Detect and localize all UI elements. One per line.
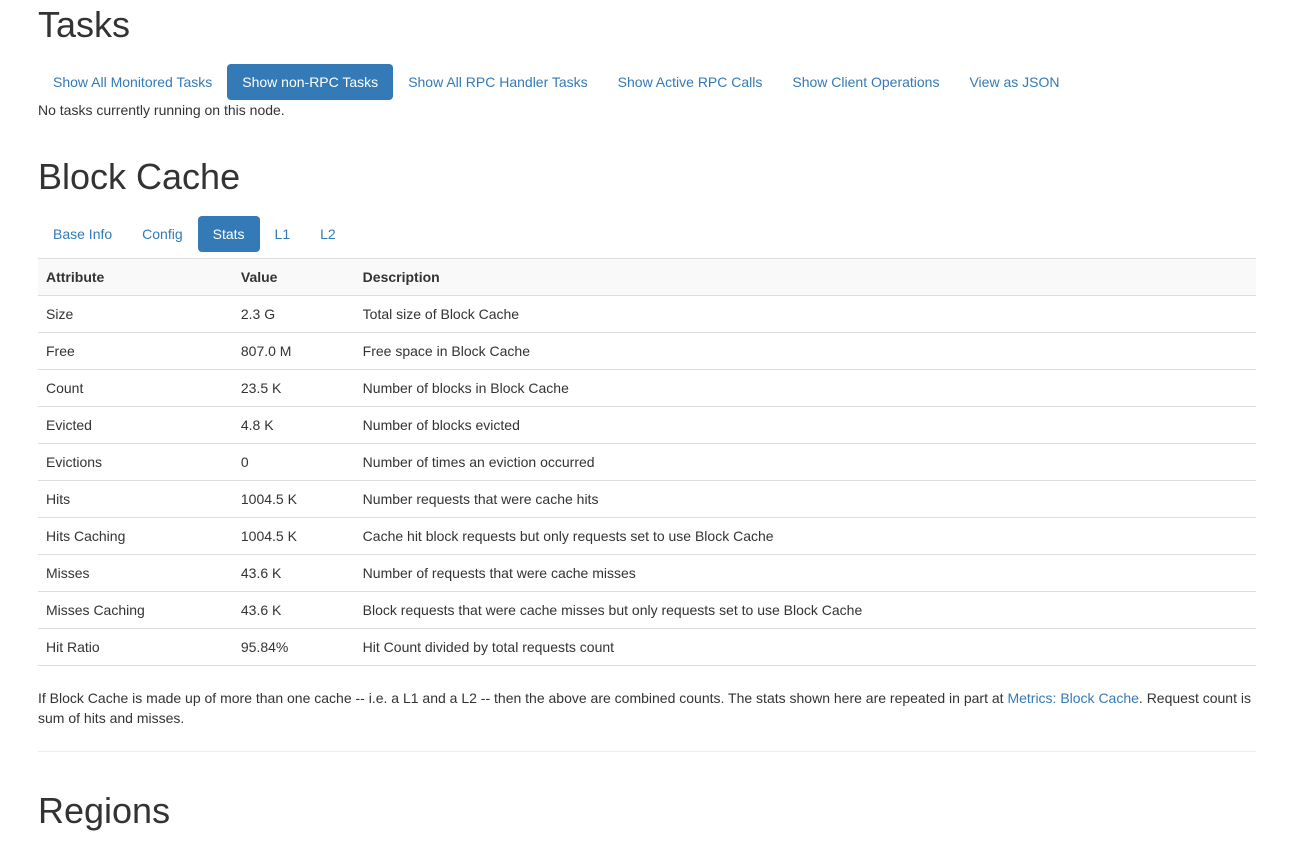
tasks-status-text: No tasks currently running on this node. bbox=[38, 102, 1256, 118]
col-attribute: Attribute bbox=[38, 259, 233, 296]
col-value: Value bbox=[233, 259, 355, 296]
cell-value: 95.84% bbox=[233, 629, 355, 666]
note-prefix: If Block Cache is made up of more than o… bbox=[38, 690, 1007, 706]
tab-link[interactable]: Show All RPC Handler Tasks bbox=[393, 64, 602, 100]
table-row: Hit Ratio95.84%Hit Count divided by tota… bbox=[38, 629, 1256, 666]
table-row: Misses Caching43.6 KBlock requests that … bbox=[38, 592, 1256, 629]
tab-link[interactable]: Base Info bbox=[38, 216, 127, 252]
tasks-tabs: Show All Monitored Tasks Show non-RPC Ta… bbox=[38, 64, 1256, 100]
tab-link[interactable]: Show Client Operations bbox=[777, 64, 954, 100]
tab-config[interactable]: Config bbox=[127, 216, 197, 252]
cell-value: 2.3 G bbox=[233, 296, 355, 333]
table-row: Misses43.6 KNumber of requests that were… bbox=[38, 555, 1256, 592]
tab-link[interactable]: Config bbox=[127, 216, 197, 252]
tab-stats[interactable]: Stats bbox=[198, 216, 260, 252]
tasks-heading: Tasks bbox=[38, 4, 1256, 46]
tab-l2[interactable]: L2 bbox=[305, 216, 351, 252]
tab-link[interactable]: Stats bbox=[198, 216, 260, 252]
cell-attribute: Free bbox=[38, 333, 233, 370]
cell-attribute: Misses bbox=[38, 555, 233, 592]
col-description: Description bbox=[355, 259, 1256, 296]
tab-l1[interactable]: L1 bbox=[260, 216, 306, 252]
block-cache-heading: Block Cache bbox=[38, 156, 1256, 198]
metrics-block-cache-link[interactable]: Metrics: Block Cache bbox=[1007, 690, 1138, 706]
tab-show-all-monitored-tasks[interactable]: Show All Monitored Tasks bbox=[38, 64, 227, 100]
tab-link[interactable]: L1 bbox=[260, 216, 306, 252]
cell-value: 807.0 M bbox=[233, 333, 355, 370]
cell-attribute: Hits Caching bbox=[38, 518, 233, 555]
block-cache-note: If Block Cache is made up of more than o… bbox=[38, 688, 1256, 752]
cell-attribute: Evictions bbox=[38, 444, 233, 481]
cell-description: Number of blocks evicted bbox=[355, 407, 1256, 444]
table-row: Hits1004.5 KNumber requests that were ca… bbox=[38, 481, 1256, 518]
tab-link[interactable]: L2 bbox=[305, 216, 351, 252]
cell-attribute: Evicted bbox=[38, 407, 233, 444]
cell-value: 4.8 K bbox=[233, 407, 355, 444]
tab-link[interactable]: Show Active RPC Calls bbox=[603, 64, 778, 100]
regions-heading: Regions bbox=[38, 790, 1256, 832]
cell-description: Cache hit block requests but only reques… bbox=[355, 518, 1256, 555]
cell-attribute: Hit Ratio bbox=[38, 629, 233, 666]
cell-value: 1004.5 K bbox=[233, 518, 355, 555]
cell-value: 0 bbox=[233, 444, 355, 481]
cell-description: Number of blocks in Block Cache bbox=[355, 370, 1256, 407]
cell-description: Number of times an eviction occurred bbox=[355, 444, 1256, 481]
cell-description: Free space in Block Cache bbox=[355, 333, 1256, 370]
cell-description: Number of requests that were cache misse… bbox=[355, 555, 1256, 592]
tab-link[interactable]: Show non-RPC Tasks bbox=[227, 64, 393, 100]
cell-value: 1004.5 K bbox=[233, 481, 355, 518]
tab-show-all-rpc-handler-tasks[interactable]: Show All RPC Handler Tasks bbox=[393, 64, 602, 100]
cell-description: Total size of Block Cache bbox=[355, 296, 1256, 333]
tab-base-info[interactable]: Base Info bbox=[38, 216, 127, 252]
cell-value: 23.5 K bbox=[233, 370, 355, 407]
tab-show-client-operations[interactable]: Show Client Operations bbox=[777, 64, 954, 100]
tab-view-as-json[interactable]: View as JSON bbox=[954, 64, 1074, 100]
tab-show-active-rpc-calls[interactable]: Show Active RPC Calls bbox=[603, 64, 778, 100]
cell-value: 43.6 K bbox=[233, 592, 355, 629]
table-row: Hits Caching1004.5 KCache hit block requ… bbox=[38, 518, 1256, 555]
cell-attribute: Misses Caching bbox=[38, 592, 233, 629]
block-cache-stats-table: Attribute Value Description Size2.3 GTot… bbox=[38, 258, 1256, 666]
cell-description: Block requests that were cache misses bu… bbox=[355, 592, 1256, 629]
tab-show-non-rpc-tasks[interactable]: Show non-RPC Tasks bbox=[227, 64, 393, 100]
table-row: Count23.5 KNumber of blocks in Block Cac… bbox=[38, 370, 1256, 407]
cell-attribute: Count bbox=[38, 370, 233, 407]
tab-link[interactable]: View as JSON bbox=[954, 64, 1074, 100]
block-cache-tabs: Base Info Config Stats L1 L2 bbox=[38, 216, 1256, 252]
tab-link[interactable]: Show All Monitored Tasks bbox=[38, 64, 227, 100]
table-header-row: Attribute Value Description bbox=[38, 259, 1256, 296]
cell-attribute: Size bbox=[38, 296, 233, 333]
table-row: Free807.0 MFree space in Block Cache bbox=[38, 333, 1256, 370]
table-row: Evictions0Number of times an eviction oc… bbox=[38, 444, 1256, 481]
cell-description: Number requests that were cache hits bbox=[355, 481, 1256, 518]
table-row: Evicted4.8 KNumber of blocks evicted bbox=[38, 407, 1256, 444]
cell-description: Hit Count divided by total requests coun… bbox=[355, 629, 1256, 666]
cell-attribute: Hits bbox=[38, 481, 233, 518]
cell-value: 43.6 K bbox=[233, 555, 355, 592]
table-row: Size2.3 GTotal size of Block Cache bbox=[38, 296, 1256, 333]
